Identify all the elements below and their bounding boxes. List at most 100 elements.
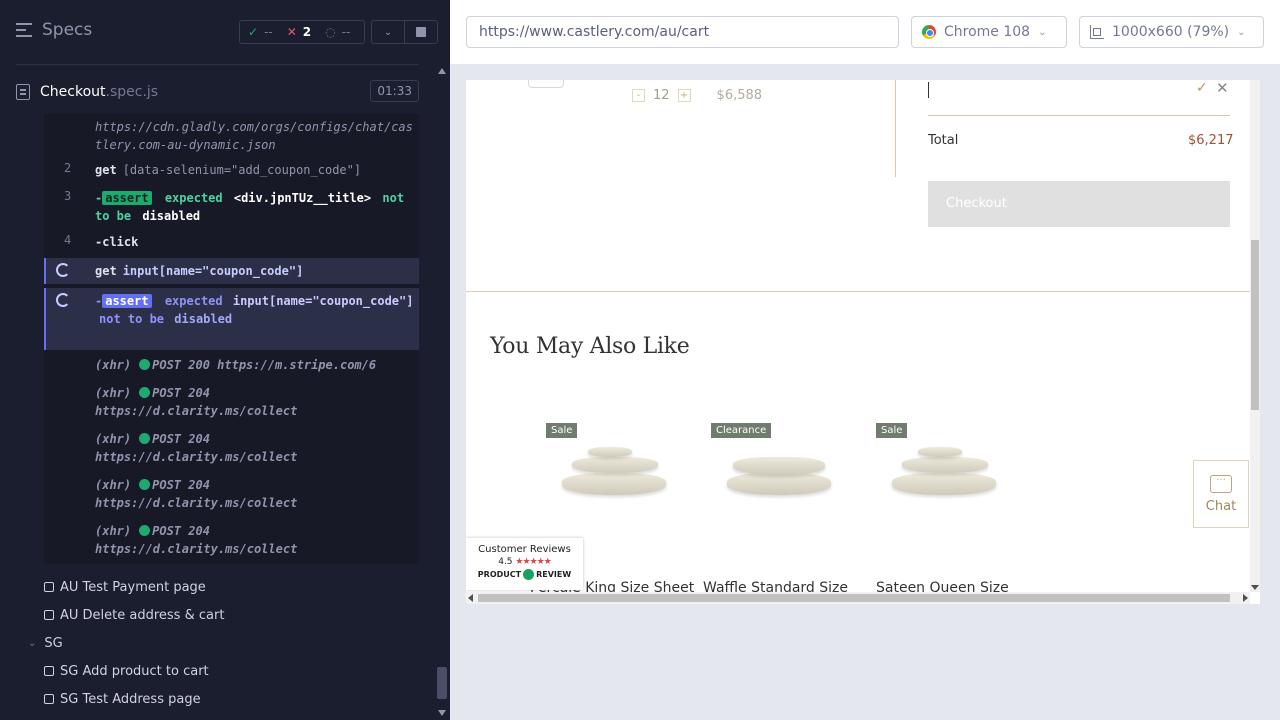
coupon-input-caret[interactable] <box>928 82 929 98</box>
xhr-request: POST 204 <box>152 432 210 446</box>
pillow-image <box>892 473 996 495</box>
page-vertical-scrollbar[interactable] <box>1250 80 1260 592</box>
command-number: 4 <box>64 233 72 247</box>
product-card[interactable]: Clearance <box>701 421 851 529</box>
chevron-down-icon: ⌄ <box>383 26 393 38</box>
scroll-down-icon[interactable] <box>1251 585 1259 590</box>
passed-count: -- <box>264 25 273 39</box>
xhr-request: POST 204 <box>152 478 210 492</box>
test-title: SG Test Address page <box>60 691 201 707</box>
document-icon <box>16 84 30 100</box>
xhr-row[interactable]: (xhr) POST 204 https://d.clarity.ms/collec… <box>44 522 419 560</box>
xhr-row[interactable]: (xhr) POST 204 https://d.clarity.ms/collec… <box>44 476 419 514</box>
cross-icon: ✕ <box>286 25 297 39</box>
suite-sg[interactable]: ⌄ SG <box>28 636 63 651</box>
xhr-tag: (xhr) <box>95 358 132 372</box>
pending-count: -- <box>341 25 351 39</box>
browser-selector[interactable]: Chrome 108 ⌄ <box>911 16 1067 48</box>
reviews-brand-left: PRODUCT <box>477 570 522 579</box>
xhr-row[interactable]: (xhr) POST 204 https://d.clarity.ms/collec… <box>44 384 419 422</box>
scrollbar-thumb[interactable] <box>437 667 447 699</box>
url-field[interactable]: https://www.castlery.com/au/cart <box>466 16 899 48</box>
spec-file-row[interactable]: Checkout .spec.js 01:33 <box>16 80 419 104</box>
command-selector: input[name="coupon_code"] <box>122 264 304 278</box>
product-card[interactable]: Sale <box>866 421 1016 529</box>
specs-title: Specs <box>42 20 93 40</box>
test-item-au-payment[interactable]: AU Test Payment page <box>44 576 206 598</box>
command-row[interactable]: 2 get [data-selenium="add_coupon_code"] <box>44 161 419 181</box>
test-status-icon <box>44 666 54 676</box>
command-row[interactable]: 3 - assert expected <div.jpnTUz__title> n… <box>44 189 419 227</box>
reporter-scrollbar[interactable] <box>435 64 449 720</box>
spec-duration: 01:33 <box>370 80 419 102</box>
page-horizontal-scrollbar[interactable] <box>466 592 1250 604</box>
xhr-row[interactable]: (xhr) POST 200 https://m.stripe.com/6 <box>44 356 419 376</box>
product-thumbnail <box>528 80 564 88</box>
product-badge: Sale <box>546 423 578 438</box>
command-number: 2 <box>64 161 72 175</box>
qty-minus-button[interactable]: - <box>632 89 645 102</box>
viewport-selector[interactable]: 1000x660 (79%) ⌄ <box>1079 16 1264 48</box>
test-item-au-delete[interactable]: AU Delete address & cart <box>44 604 224 626</box>
check-icon[interactable]: ✓ <box>1196 80 1208 96</box>
close-icon[interactable]: ✕ <box>1216 80 1229 97</box>
command-row-active[interactable]: - assert expected input[name="coupon_code… <box>44 288 419 350</box>
customer-reviews-widget[interactable]: Customer Reviews 4.5 ★★★★★ PRODUCT REVIEW <box>466 538 583 590</box>
scroll-right-icon[interactable] <box>1243 594 1248 602</box>
suite-title: SG <box>44 636 63 651</box>
test-item-sg-add[interactable]: SG Add product to cart <box>44 660 209 682</box>
checkout-button[interactable]: Checkout <box>928 181 1230 227</box>
pillow-image <box>572 457 658 473</box>
xhr-tag: (xhr) <box>95 524 132 538</box>
command-row[interactable]: https://cdn.gladly.com/orgs/configs/chat… <box>44 118 419 156</box>
command-name: get <box>95 264 117 278</box>
command-row-active[interactable]: get input[name="coupon_code"] <box>44 258 419 284</box>
pending-icon: ◌ <box>325 25 336 39</box>
specs-toggle[interactable]: Specs <box>16 20 92 40</box>
stop-button[interactable] <box>404 20 438 44</box>
pillow-image <box>727 473 831 495</box>
failed-count: 2 <box>302 25 312 39</box>
scroll-down-icon[interactable] <box>438 710 446 716</box>
assert-subject: <div.jpnTUz__title> <box>233 191 372 205</box>
coupon-input-underline <box>928 115 1230 116</box>
xhr-url: https://d.clarity.ms/collect <box>95 542 298 556</box>
command-url: https://cdn.gladly.com/orgs/configs/chat… <box>95 120 413 152</box>
reviews-title: Customer Reviews <box>478 544 571 555</box>
test-item-sg-address[interactable]: SG Test Address page <box>44 688 201 710</box>
loading-spinner-icon <box>56 263 70 277</box>
stop-icon <box>416 27 426 37</box>
command-name: get <box>95 163 117 177</box>
chevron-down-icon: ⌄ <box>1237 26 1246 38</box>
product-card[interactable]: Sale <box>536 421 686 529</box>
xhr-request: POST 204 <box>152 386 210 400</box>
sheet-image <box>588 447 632 457</box>
xhr-tag: (xhr) <box>95 386 132 400</box>
section-title: You May Also Like <box>490 334 690 359</box>
scroll-up-icon[interactable] <box>438 68 446 74</box>
status-dot-icon <box>139 479 151 490</box>
product-badge: Sale <box>876 423 908 438</box>
command-log: https://cdn.gladly.com/orgs/configs/chat… <box>44 114 419 564</box>
scroll-left-icon[interactable] <box>468 594 473 602</box>
chat-button[interactable]: ··· Chat <box>1193 460 1249 528</box>
test-status-icon <box>44 582 54 592</box>
test-title: SG Add product to cart <box>60 663 209 679</box>
options-dropdown-button[interactable]: ⌄ <box>371 20 405 44</box>
app-under-test: - 12 + $6,588 ✓ ✕ Total $6,217 Checkout … <box>466 80 1260 604</box>
command-row[interactable]: 4 -click <box>44 233 419 253</box>
qty-value: 12 <box>653 88 670 103</box>
scrollbar-thumb[interactable] <box>478 594 1230 602</box>
column-divider <box>895 80 896 177</box>
line-price: $6,588 <box>716 88 763 103</box>
xhr-url: https://d.clarity.ms/collect <box>95 450 298 464</box>
scrollbar-thumb[interactable] <box>1251 240 1259 410</box>
xhr-tag: (xhr) <box>95 432 132 446</box>
header-divider <box>16 64 419 65</box>
qty-plus-button[interactable]: + <box>677 89 691 102</box>
chat-bubble-icon: ··· <box>1210 475 1232 493</box>
xhr-row[interactable]: (xhr) POST 204 https://d.clarity.ms/collec… <box>44 430 419 468</box>
pillow-image <box>562 473 666 495</box>
status-dot-icon <box>139 525 151 536</box>
chevron-down-icon: ⌄ <box>28 638 37 649</box>
